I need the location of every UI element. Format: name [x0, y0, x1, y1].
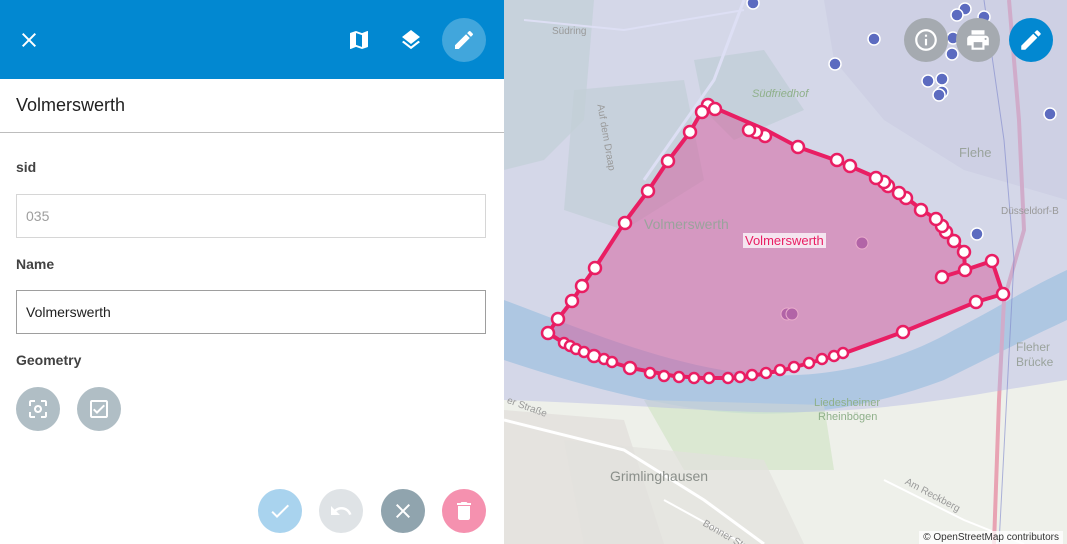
undo-button[interactable]: [319, 489, 363, 533]
focus-frame-icon: [29, 400, 47, 418]
map-icon: [350, 31, 368, 49]
pencil-icon: [455, 30, 474, 49]
place-label-grimlinghausen: Grimlinghausen: [610, 468, 709, 484]
place-label-duesseldorf: Düsseldorf-B: [1001, 206, 1059, 217]
street-label-suedring: Südring: [552, 26, 587, 37]
map-view[interactable]: Volmerswerth Grimlinghausen Flehe Fleher…: [504, 0, 1067, 544]
place-label-volmerswerth: Volmerswerth: [644, 216, 729, 232]
panel-toolbar: [0, 0, 504, 79]
feature-map-label: Volmerswerth: [743, 233, 826, 248]
sid-label: sid: [16, 159, 37, 175]
place-label-fleher: Fleher: [1016, 340, 1051, 354]
basemap: [504, 0, 1067, 544]
undo-icon: [331, 506, 352, 515]
pencil-icon: [1021, 30, 1041, 50]
close-button[interactable]: [7, 18, 51, 62]
info-icon: [915, 29, 937, 51]
layers-icon: [402, 30, 420, 50]
name-label: Name: [16, 256, 55, 272]
print-button[interactable]: [956, 18, 1000, 62]
close-icon: [22, 33, 36, 47]
place-label-flehe: Flehe: [959, 145, 992, 160]
trash-icon: [457, 502, 471, 520]
map-attribution: © OpenStreetMap contributors: [919, 531, 1063, 544]
place-label-liedesheimer: Liedesheimer: [814, 397, 881, 409]
confirm-button[interactable]: [258, 489, 302, 533]
map-button[interactable]: [337, 18, 381, 62]
info-button[interactable]: [904, 18, 948, 62]
place-label-suedfriedhof: Südfriedhof: [752, 88, 809, 100]
check-icon: [271, 504, 289, 518]
cancel-button[interactable]: [381, 489, 425, 533]
app: Volmerswerth sid Name Geometry: [0, 0, 1067, 544]
edit-mode-button[interactable]: [442, 18, 486, 62]
sid-input[interactable]: [16, 194, 486, 238]
geometry-label: Geometry: [16, 352, 82, 368]
geometry-edit-button[interactable]: [77, 387, 121, 431]
delete-button[interactable]: [442, 489, 486, 533]
place-label-rheinboegen: Rheinbögen: [818, 411, 878, 423]
feature-title: Volmerswerth: [16, 95, 126, 115]
map-edit-button[interactable]: [1009, 18, 1053, 62]
geometry-pick-button[interactable]: [16, 387, 60, 431]
layers-button[interactable]: [389, 18, 433, 62]
title-divider: [0, 132, 504, 133]
name-input[interactable]: [16, 290, 486, 334]
edit-panel: Volmerswerth sid Name Geometry: [0, 0, 504, 544]
print-icon: [967, 30, 989, 50]
close-icon: [396, 504, 410, 518]
checklist-icon: [90, 400, 108, 418]
place-label-bruecke: Brücke: [1016, 355, 1054, 369]
